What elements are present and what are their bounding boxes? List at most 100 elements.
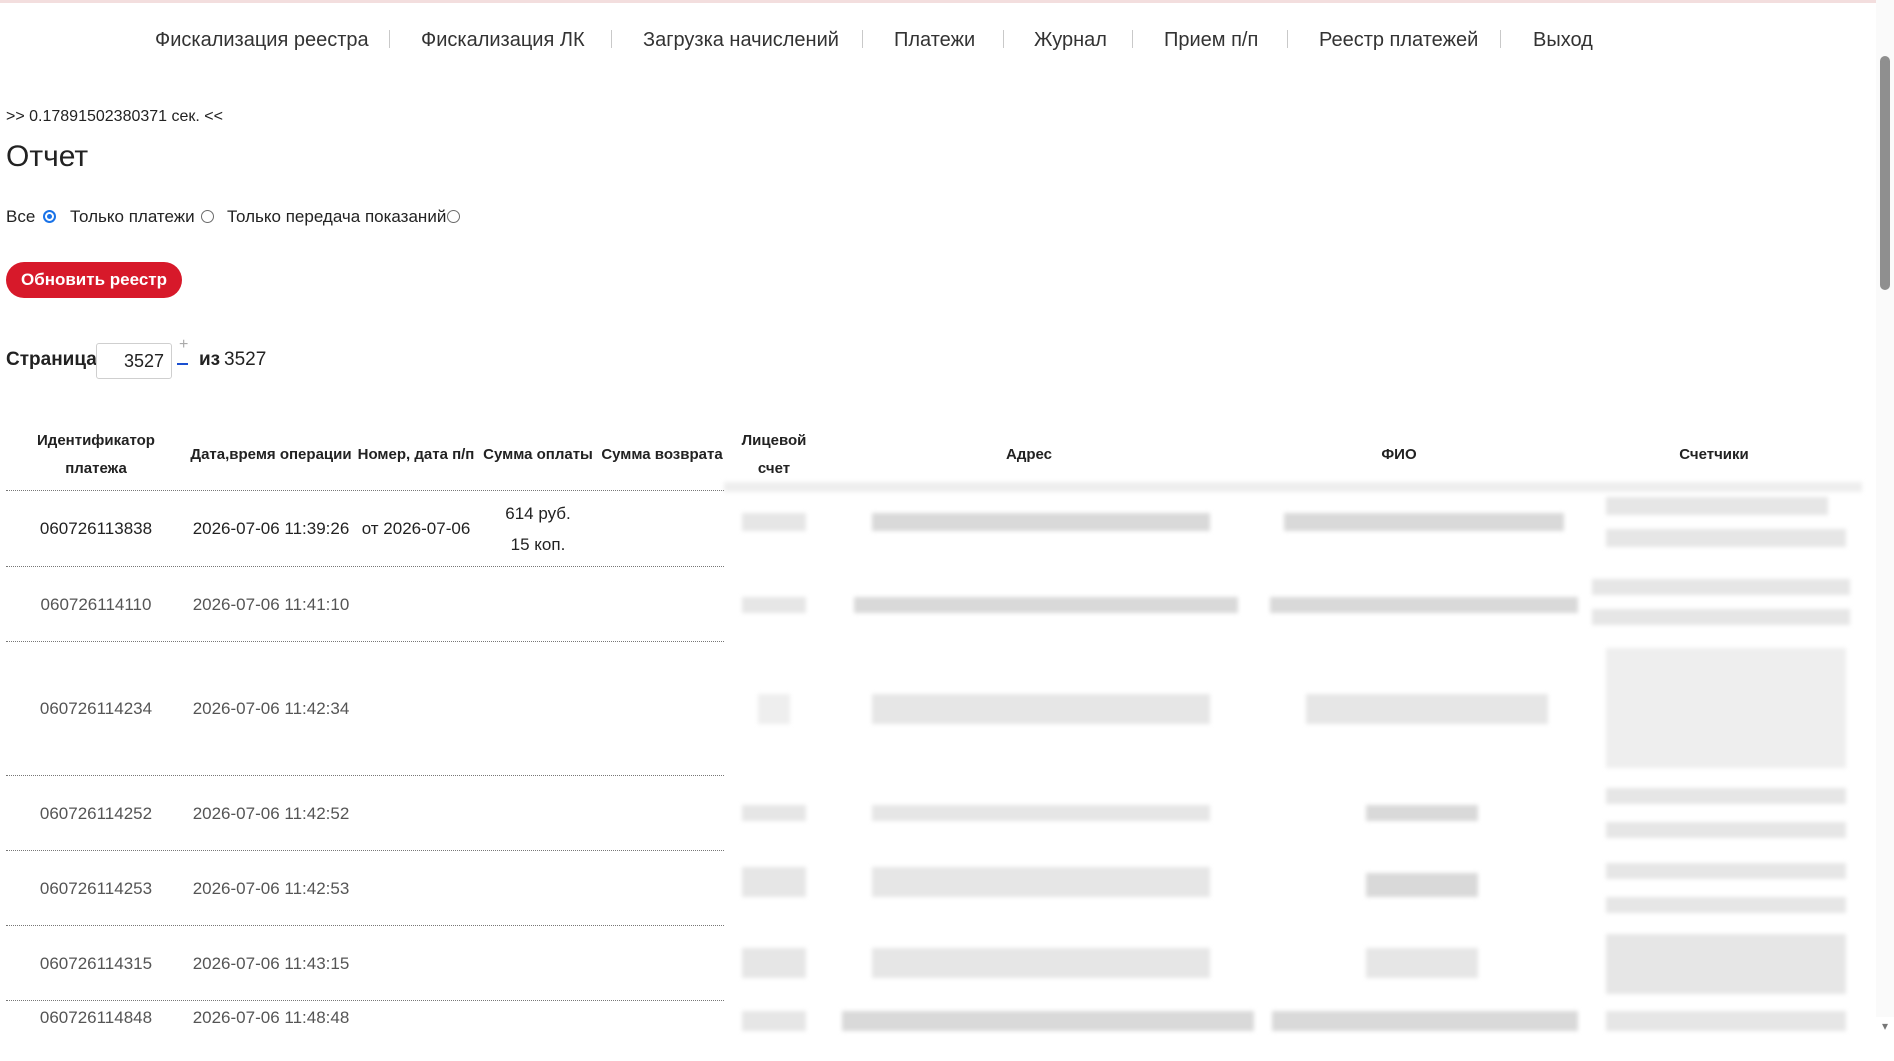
redacted-address [854, 597, 1238, 613]
cell-refund [600, 776, 724, 851]
nav-divider [1132, 30, 1133, 48]
filter-all-label[interactable]: Все [6, 205, 35, 229]
cell-refund [600, 567, 724, 642]
cell-amount [476, 1001, 600, 1035]
stepper-down-icon[interactable] [177, 363, 188, 365]
redacted-account [758, 694, 790, 724]
redacted-account [742, 805, 806, 821]
cell-payment-id: 060726114110 [40, 594, 152, 614]
redacted-meters [1606, 897, 1846, 913]
stepper-up-icon[interactable]: + [179, 337, 188, 353]
redacted-account [742, 948, 806, 978]
execution-time: >> 0.17891502380371 сек. << [6, 108, 223, 125]
nav-item-journal[interactable]: Журнал [1034, 22, 1107, 58]
cell-pp [356, 1001, 476, 1035]
top-accent-line [0, 0, 1894, 3]
redacted-fio [1366, 948, 1478, 978]
nav-item-payment-registry[interactable]: Реестр платежей [1319, 22, 1478, 58]
redacted-fio [1284, 513, 1564, 531]
table-row[interactable]: 060726114252 2026-07-06 11:42:52 [6, 776, 1862, 851]
nav-divider [389, 30, 390, 48]
redacted-fio [1272, 1011, 1578, 1031]
page-number-input[interactable] [96, 343, 172, 379]
refresh-registry-button[interactable]: Обновить реестр [6, 262, 182, 298]
page-total: 3527 [224, 349, 267, 370]
cell-datetime: 2026-07-06 11:43:15 [192, 953, 350, 973]
col-header-refund: Сумма возврата [601, 446, 723, 463]
nav-divider [611, 30, 612, 48]
cell-datetime: 2026-07-06 11:42:34 [192, 699, 350, 718]
table-row[interactable]: 060726114234 2026-07-06 11:42:34 [6, 642, 1862, 776]
filter-payments-label[interactable]: Только платежи [70, 205, 195, 229]
redacted-address [872, 948, 1210, 978]
col-header-pp: Номер, дата п/п [357, 446, 475, 463]
cell-pp [356, 926, 476, 1001]
cell-payment-id: 060726114234 [39, 699, 153, 718]
filter-readings-radio[interactable] [447, 210, 460, 223]
redacted-meters [1606, 529, 1846, 547]
cell-datetime: 2026-07-06 11:42:53 [192, 878, 350, 898]
nav-divider [1500, 30, 1501, 48]
cell-pp [356, 642, 476, 776]
table-row[interactable]: 060726114315 2026-07-06 11:43:15 [6, 926, 1862, 1001]
col-header-fio: ФИО [1381, 446, 1417, 463]
redacted-meters [1606, 788, 1846, 804]
redacted-meters [1606, 648, 1846, 768]
redacted-account [742, 513, 806, 531]
cell-refund [600, 851, 724, 926]
page-stepper[interactable]: + [177, 337, 191, 373]
nav-item-payments[interactable]: Платежи [894, 22, 975, 58]
redacted-account [742, 1011, 806, 1031]
cell-pp: от 2026-07-06 [361, 519, 471, 538]
cell-amount [476, 776, 600, 851]
redacted-meters [1606, 1011, 1846, 1031]
table-row[interactable]: 060726114848 2026-07-06 11:48:48 [6, 1001, 1862, 1061]
redacted-account [742, 597, 806, 613]
cell-refund [600, 926, 724, 1001]
table-row[interactable]: 060726114253 2026-07-06 11:42:53 [6, 851, 1862, 926]
cell-pp [356, 567, 476, 642]
cell-payment-id: 060726114252 [39, 803, 153, 823]
redacted-fio [1366, 873, 1478, 897]
filter-readings-label[interactable]: Только передача показаний [227, 205, 446, 229]
col-header-meters: Счетчики [1679, 446, 1749, 463]
col-header-account: Лицевой счет [741, 432, 807, 477]
cell-amount [476, 642, 600, 776]
nav-item-logout[interactable]: Выход [1533, 22, 1593, 58]
cell-datetime: 2026-07-06 11:41:10 [192, 594, 350, 614]
table-row[interactable]: 060726114110 2026-07-06 11:41:10 [6, 567, 1862, 642]
nav-divider [862, 30, 863, 48]
page-label: Страница [6, 349, 97, 370]
nav-item-payment-orders[interactable]: Прием п/п [1164, 22, 1258, 58]
scroll-corner-arrow-icon[interactable]: ▾ [1876, 1017, 1894, 1035]
redacted-fio [1366, 805, 1478, 821]
scrollbar-thumb[interactable] [1880, 56, 1890, 290]
col-header-datetime: Дата,время операции [190, 446, 352, 463]
redacted-meters [1606, 497, 1828, 515]
cell-datetime: 2026-07-06 11:48:48 [192, 1008, 350, 1027]
cell-refund [600, 491, 724, 567]
redacted-address [872, 694, 1210, 724]
cell-amount [476, 851, 600, 926]
cell-payment-id: 060726114848 [39, 1008, 153, 1027]
cell-payment-id: 060726113838 [39, 519, 153, 538]
filter-all-radio[interactable] [43, 210, 56, 223]
table-row[interactable]: 060726113838 2026-07-06 11:39:26 от 2026… [6, 491, 1862, 567]
cell-pp [356, 851, 476, 926]
nav-divider [1287, 30, 1288, 48]
cell-payment-id: 060726114315 [39, 953, 153, 973]
redacted-meters [1606, 822, 1846, 838]
filter-payments-radio[interactable] [201, 210, 214, 223]
redacted-account [742, 867, 806, 897]
nav-item-load-charges[interactable]: Загрузка начислений [643, 22, 839, 58]
cell-refund [600, 1001, 724, 1035]
redacted-address [872, 805, 1210, 821]
nav-item-fiscal-lk[interactable]: Фискализация ЛК [421, 22, 585, 58]
cell-datetime: 2026-07-06 11:39:26 [192, 519, 350, 538]
redacted-address [872, 513, 1210, 531]
nav-item-fiscal-registry[interactable]: Фискализация реестра [155, 22, 369, 58]
cell-amount [476, 926, 600, 1001]
col-header-amount: Сумма оплаты [483, 446, 593, 463]
cell-pp [356, 776, 476, 851]
cell-payment-id: 060726114253 [39, 878, 153, 898]
